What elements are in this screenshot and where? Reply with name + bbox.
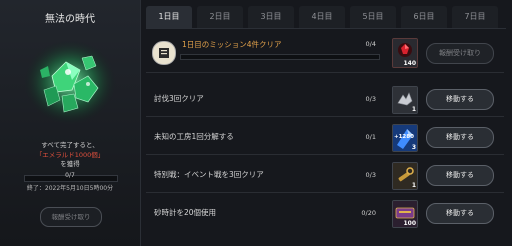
tab-day-6[interactable]: 6日目 [401,6,447,28]
mission-count: 0/3 [365,95,376,103]
mission-label: 未知の工房1回分解する [154,132,234,141]
event-description: すべて完了すると、 「エメラルド1000個」 を獲得 [0,141,140,170]
mission-count: 0/1 [365,133,376,141]
tab-day-4[interactable]: 4日目 [299,6,345,28]
ticket-reward-icon: 100 [392,200,418,228]
mission-label: 討伐3回クリア [154,94,204,103]
tab-day-2[interactable]: 2日目 [197,6,243,28]
reward-quantity: 1 [411,106,416,113]
claim-final-reward-button[interactable]: 報酬受け取り [40,207,102,227]
reward-quantity: 100 [403,220,416,227]
mission-count: 0/3 [365,171,376,179]
mission-count: 0/20 [361,209,376,217]
mission-row: 特別戦：イベント戦を3回クリア 0/3 1 移動する [146,158,504,193]
reward-caption: +1280 [394,134,414,140]
go-button[interactable]: 移動する [426,127,494,148]
mission-row: 未知の工房1回分解する 0/1 +1280 3 移動する [146,120,504,155]
reward-name: 「エメラルド1000個」 [35,150,105,159]
main-mission-progress-bar [180,54,380,60]
reward-quantity: 140 [403,60,416,67]
tab-divider [146,28,506,29]
emerald-reward-icon [22,36,118,126]
event-progress-count: 0/7 [65,172,75,179]
reward-quantity: 1 [411,182,416,189]
mission-label: 砂時計を20個使用 [154,208,217,217]
tab-day-1[interactable]: 1日目 [146,6,192,28]
event-title: 無法の時代 [45,14,95,25]
description-line: を獲得 [60,160,80,168]
main-mission-row: 1日目のミッション4件クリア 0/4 140 報酬受け取り [146,34,504,73]
go-button[interactable]: 移動する [426,165,494,186]
ruby-reward-icon: 140 [392,38,418,68]
mission-scroll-icon [152,41,176,65]
description-line: すべて完了すると、 [41,141,99,149]
main-mission-label: 1日目のミッション4件クリア [182,40,282,49]
event-end-time: 終了：2022年5月10日5時00分 [26,185,114,192]
claim-reward-button[interactable]: 報酬受け取り [426,43,494,64]
go-button[interactable]: 移動する [426,203,494,224]
mission-row: 討伐3回クリア 0/3 1 移動する [146,82,504,117]
tab-day-3[interactable]: 3日目 [248,6,294,28]
claw-reward-icon: 1 [392,86,418,114]
mission-label: 特別戦：イベント戦を3回クリア [154,170,264,179]
exp-reward-icon: +1280 3 [392,124,418,152]
mission-row: 砂時計を20個使用 0/20 100 移動する [146,196,504,230]
reward-quantity: 3 [411,144,416,151]
tab-day-7[interactable]: 7日目 [452,6,498,28]
key-reward-icon: 1 [392,162,418,190]
main-mission-count: 0/4 [365,40,376,48]
go-button[interactable]: 移動する [426,89,494,110]
event-reward-panel: 無法の時代 すべて完了すると、 「エメラルド1000個」 を獲得 0/7 終了：… [0,0,141,246]
tab-day-5[interactable]: 5日目 [350,6,396,28]
